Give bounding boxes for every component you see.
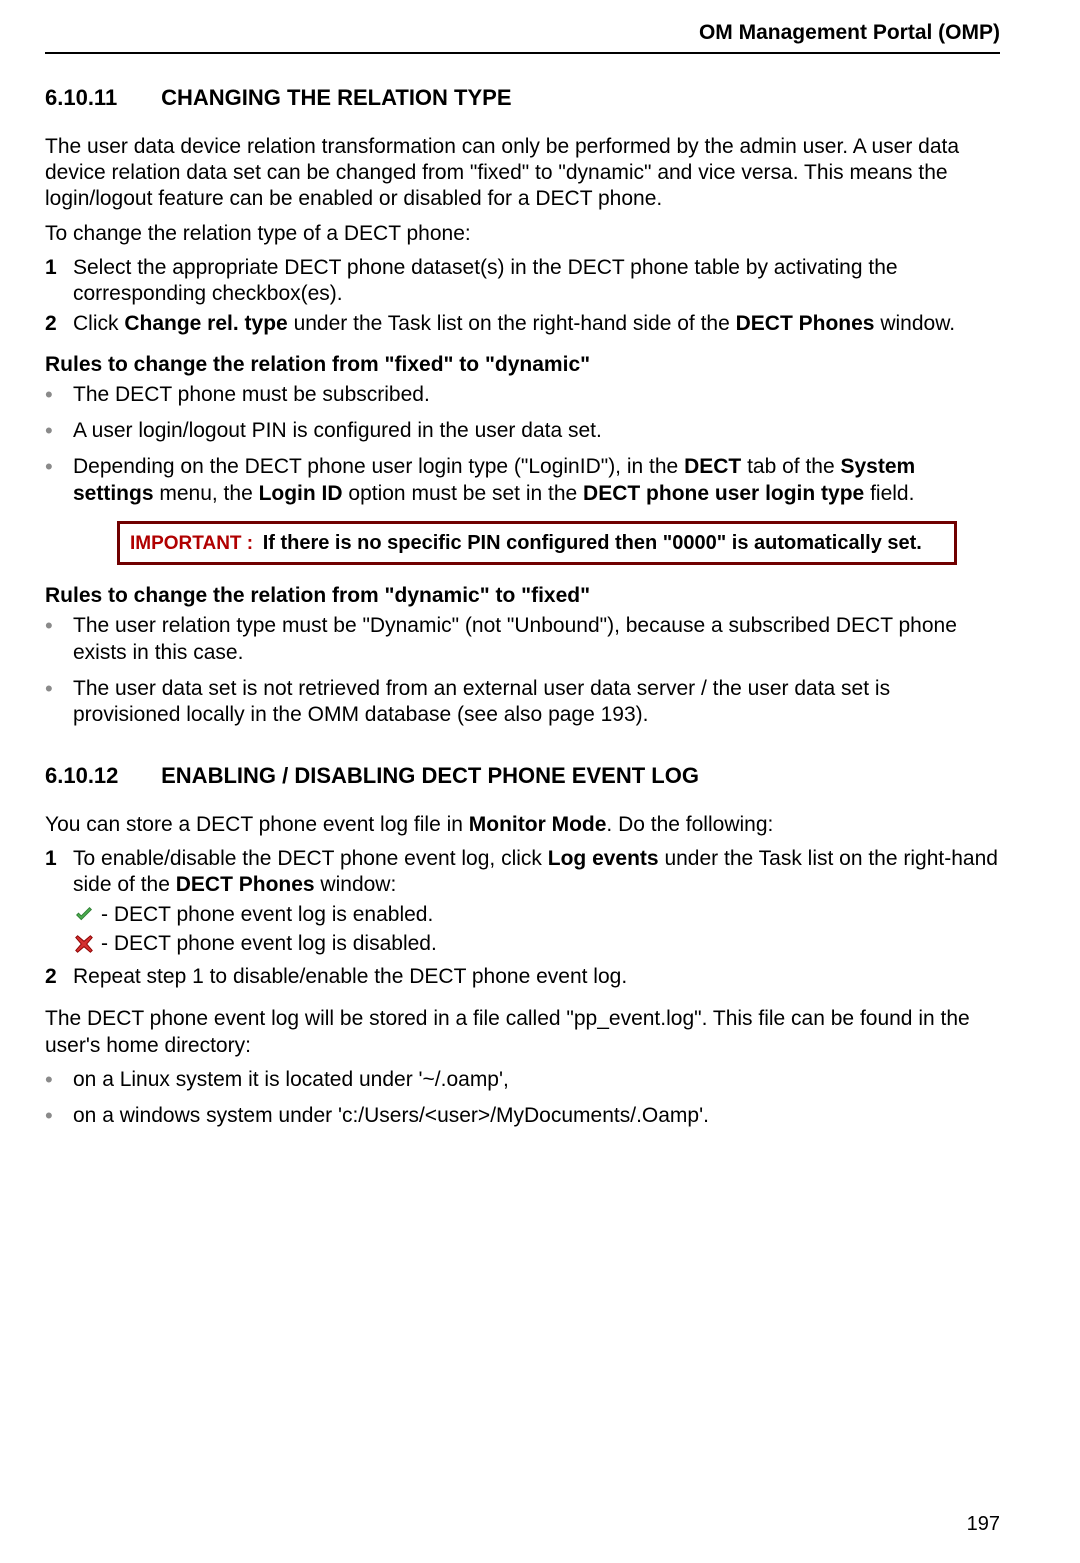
list-number: 1 bbox=[45, 846, 73, 960]
header-divider bbox=[45, 52, 1000, 54]
section-title: ENABLING / DISABLING DECT PHONE EVENT LO… bbox=[161, 763, 699, 788]
paragraph: You can store a DECT phone event log fil… bbox=[45, 812, 1000, 838]
page-header: OM Management Portal (OMP) bbox=[45, 20, 1000, 52]
list-item: • The DECT phone must be subscribed. bbox=[45, 382, 1000, 408]
text: . Do the following: bbox=[606, 813, 773, 836]
list-item: • on a Linux system it is located under … bbox=[45, 1067, 1000, 1093]
text: window. bbox=[874, 312, 955, 335]
text: - DECT phone event log is disabled. bbox=[101, 931, 437, 957]
list-body: Click Change rel. type under the Task li… bbox=[73, 311, 1000, 337]
paragraph: To change the relation type of a DECT ph… bbox=[45, 221, 1000, 247]
sub-heading: Rules to change the relation from "fixed… bbox=[45, 352, 1000, 378]
icon-line-enabled: - DECT phone event log is enabled. bbox=[73, 902, 1000, 928]
bullet-icon: • bbox=[45, 1067, 73, 1093]
text: menu, the bbox=[154, 482, 259, 505]
note-text: If there is no specific PIN configured t… bbox=[253, 532, 922, 554]
bullet-list: • The user relation type must be "Dynami… bbox=[45, 613, 1000, 728]
cross-icon bbox=[73, 933, 95, 955]
list-number: 2 bbox=[45, 311, 73, 337]
list-body: Repeat step 1 to disable/enable the DECT… bbox=[73, 964, 1000, 990]
page-number: 197 bbox=[967, 1512, 1000, 1537]
text: option must be set in the bbox=[343, 482, 583, 505]
bullet-icon: • bbox=[45, 613, 73, 666]
bullet-list: • The DECT phone must be subscribed. • A… bbox=[45, 382, 1000, 507]
list-number: 1 bbox=[45, 255, 73, 308]
paragraph: The user data device relation transforma… bbox=[45, 134, 1000, 213]
list-item: • Depending on the DECT phone user login… bbox=[45, 454, 1000, 507]
text: field. bbox=[864, 482, 914, 505]
section-title: CHANGING THE RELATION TYPE bbox=[161, 85, 511, 110]
list-item: 1 Select the appropriate DECT phone data… bbox=[45, 255, 1000, 308]
list-body: To enable/disable the DECT phone event l… bbox=[73, 846, 1000, 960]
list-body: A user login/logout PIN is configured in… bbox=[73, 418, 1000, 444]
bullet-icon: • bbox=[45, 454, 73, 507]
bullet-icon: • bbox=[45, 676, 73, 729]
paragraph: The DECT phone event log will be stored … bbox=[45, 1006, 1000, 1059]
icon-line-disabled: - DECT phone event log is disabled. bbox=[73, 931, 1000, 957]
ordered-list: 1 Select the appropriate DECT phone data… bbox=[45, 255, 1000, 338]
bullet-list: • on a Linux system it is located under … bbox=[45, 1067, 1000, 1130]
text: - DECT phone event log is enabled. bbox=[101, 902, 433, 928]
text-bold: DECT Phones bbox=[736, 312, 875, 335]
list-body: on a Linux system it is located under '~… bbox=[73, 1067, 1000, 1093]
check-icon bbox=[73, 904, 95, 926]
text-bold: Change rel. type bbox=[124, 312, 287, 335]
list-body: The user relation type must be "Dynamic"… bbox=[73, 613, 1000, 666]
important-note-box: IMPORTANT : If there is no specific PIN … bbox=[117, 521, 957, 565]
list-body: Select the appropriate DECT phone datase… bbox=[73, 255, 1000, 308]
list-body: The DECT phone must be subscribed. bbox=[73, 382, 1000, 408]
list-item: 1 To enable/disable the DECT phone event… bbox=[45, 846, 1000, 960]
text: Depending on the DECT phone user login t… bbox=[73, 455, 684, 478]
list-item: • The user relation type must be "Dynami… bbox=[45, 613, 1000, 666]
text-bold: Login ID bbox=[259, 482, 343, 505]
sub-heading: Rules to change the relation from "dynam… bbox=[45, 583, 1000, 609]
text-bold: DECT bbox=[684, 455, 741, 478]
ordered-list: 1 To enable/disable the DECT phone event… bbox=[45, 846, 1000, 990]
bullet-icon: • bbox=[45, 1103, 73, 1129]
list-item: • A user login/logout PIN is configured … bbox=[45, 418, 1000, 444]
bullet-icon: • bbox=[45, 418, 73, 444]
bullet-icon: • bbox=[45, 382, 73, 408]
list-body: The user data set is not retrieved from … bbox=[73, 676, 1000, 729]
section-heading-6-10-12: 6.10.12 ENABLING / DISABLING DECT PHONE … bbox=[45, 762, 1000, 790]
section-number: 6.10.12 bbox=[45, 762, 155, 790]
text: To enable/disable the DECT phone event l… bbox=[73, 847, 548, 870]
section-heading-6-10-11: 6.10.11 CHANGING THE RELATION TYPE bbox=[45, 84, 1000, 112]
list-item: 2 Click Change rel. type under the Task … bbox=[45, 311, 1000, 337]
text: tab of the bbox=[741, 455, 840, 478]
list-body: Depending on the DECT phone user login t… bbox=[73, 454, 1000, 507]
text: You can store a DECT phone event log fil… bbox=[45, 813, 469, 836]
text-bold: Monitor Mode bbox=[469, 813, 607, 836]
text-bold: DECT Phones bbox=[176, 873, 315, 896]
list-number: 2 bbox=[45, 964, 73, 990]
text-bold: Log events bbox=[548, 847, 659, 870]
list-item: 2 Repeat step 1 to disable/enable the DE… bbox=[45, 964, 1000, 990]
text: Click bbox=[73, 312, 124, 335]
text: under the Task list on the right-hand si… bbox=[288, 312, 736, 335]
text-bold: DECT phone user login type bbox=[583, 482, 864, 505]
section-number: 6.10.11 bbox=[45, 84, 155, 112]
list-item: • The user data set is not retrieved fro… bbox=[45, 676, 1000, 729]
list-item: • on a windows system under 'c:/Users/<u… bbox=[45, 1103, 1000, 1129]
note-label: IMPORTANT : bbox=[130, 533, 253, 554]
list-body: on a windows system under 'c:/Users/<use… bbox=[73, 1103, 1000, 1129]
text: window: bbox=[315, 873, 397, 896]
